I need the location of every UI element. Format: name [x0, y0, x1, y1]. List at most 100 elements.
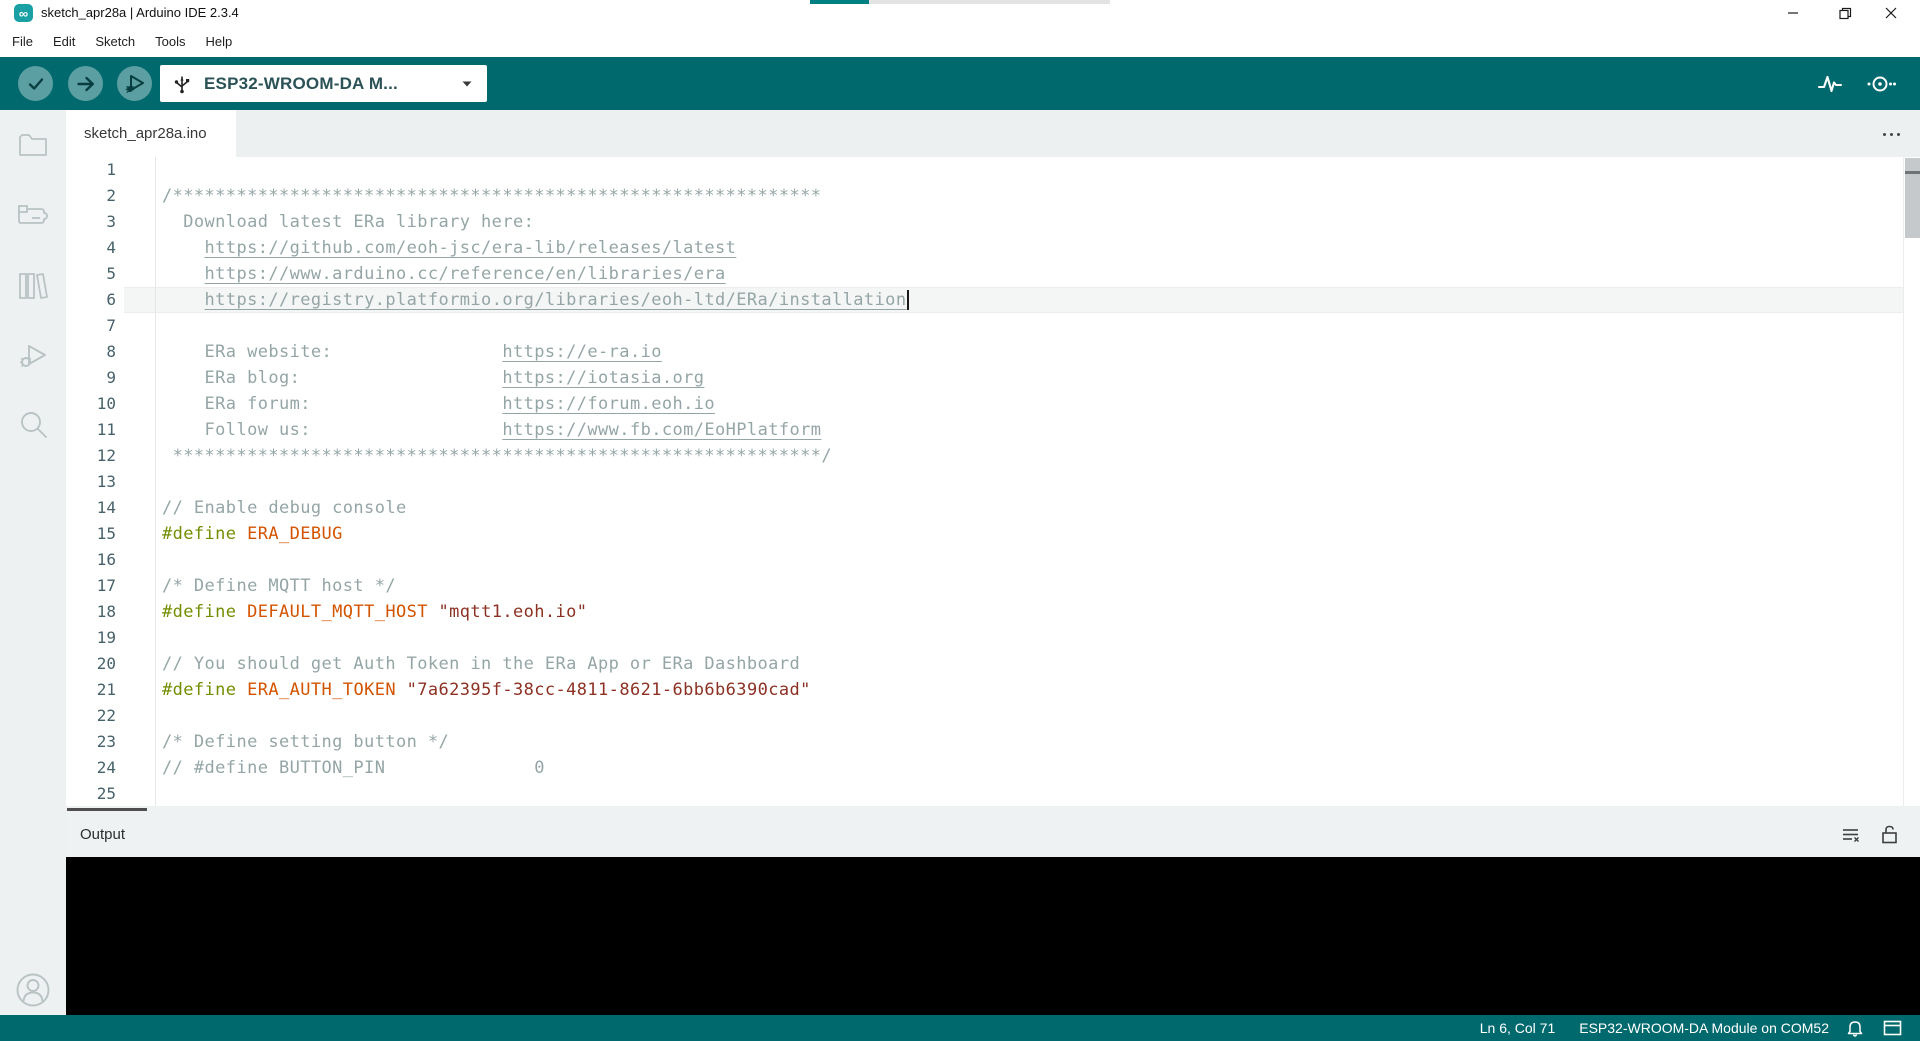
restore-button[interactable]	[1822, 0, 1868, 26]
line-number[interactable]: 22	[66, 703, 116, 729]
code-line[interactable]	[162, 703, 1903, 729]
overview-cursor-marker	[1905, 171, 1920, 174]
board-selector-label: ESP32-WROOM-DA M...	[204, 74, 461, 94]
sidebar-item-library-manager[interactable]	[0, 250, 66, 320]
code-line[interactable]: https://www.arduino.cc/reference/en/libr…	[162, 261, 1903, 287]
code-line[interactable]	[162, 547, 1903, 573]
line-number[interactable]: 25	[66, 781, 116, 806]
menu-item-edit[interactable]: Edit	[43, 30, 85, 53]
menu-item-help[interactable]: Help	[195, 30, 242, 53]
menu-item-file[interactable]: File	[2, 30, 43, 53]
board-port-status: ESP32-WROOM-DA Module on COM52	[1579, 1020, 1829, 1036]
code-editor[interactable]: 1234567891011121314151617181920212223242…	[66, 157, 1920, 806]
line-number[interactable]: 4	[66, 235, 116, 261]
code-line[interactable]: ****************************************…	[162, 443, 1903, 469]
line-number[interactable]: 8	[66, 339, 116, 365]
minimize-icon	[1787, 7, 1799, 19]
code-line[interactable]: ERa blog: https://iotasia.org	[162, 365, 1903, 391]
minimize-button[interactable]	[1770, 0, 1816, 26]
code-line[interactable]: #define ERA_AUTH_TOKEN "7a62395f-38cc-48…	[162, 677, 1903, 703]
line-number[interactable]: 21	[66, 677, 116, 703]
editor-scrollbar[interactable]	[1903, 157, 1920, 806]
line-number[interactable]: 15	[66, 521, 116, 547]
code-line[interactable]: #define ERA_DEBUG	[162, 521, 1903, 547]
scrollbar-thumb[interactable]	[1905, 158, 1920, 238]
line-number[interactable]: 1	[66, 157, 116, 183]
output-panel-header: Output	[66, 806, 1920, 857]
line-number[interactable]: 2	[66, 183, 116, 209]
line-number[interactable]: 10	[66, 391, 116, 417]
code-line[interactable]: Follow us: https://www.fb.com/EoHPlatfor…	[162, 417, 1903, 443]
line-number[interactable]: 17	[66, 573, 116, 599]
usb-icon	[174, 74, 190, 94]
line-number[interactable]: 12	[66, 443, 116, 469]
serial-plotter-button[interactable]	[1812, 66, 1848, 101]
line-number[interactable]: 7	[66, 313, 116, 339]
code-line[interactable]: // #define BUTTON_PIN 0	[162, 755, 1903, 781]
code-line[interactable]: Download latest ERa library here:	[162, 209, 1903, 235]
code-line[interactable]: https://github.com/eoh-jsc/era-lib/relea…	[162, 235, 1903, 261]
line-number[interactable]: 3	[66, 209, 116, 235]
code-line[interactable]: ERa website: https://e-ra.io	[162, 339, 1903, 365]
code-line[interactable]: /***************************************…	[162, 183, 1903, 209]
code-line[interactable]: /* Define setting button */	[162, 729, 1903, 755]
code-line[interactable]: #define DEFAULT_MQTT_HOST "mqtt1.eoh.io"	[162, 599, 1903, 625]
editor-tab-bar: sketch_apr28a.ino	[66, 110, 1920, 157]
folder-icon	[17, 131, 49, 159]
sidebar-item-search[interactable]	[0, 390, 66, 460]
tab-sketch[interactable]: sketch_apr28a.ino	[66, 110, 236, 157]
ellipsis-icon	[1883, 133, 1886, 136]
verify-button[interactable]	[18, 66, 53, 101]
line-number[interactable]: 18	[66, 599, 116, 625]
line-number[interactable]: 14	[66, 495, 116, 521]
title-bar: ∞ sketch_apr28a | Arduino IDE 2.3.4	[0, 0, 1920, 26]
notifications-button[interactable]	[1847, 1019, 1863, 1037]
code-line[interactable]: // You should get Auth Token in the ERa …	[162, 651, 1903, 677]
gutter: 1234567891011121314151617181920212223242…	[66, 157, 116, 806]
sidebar-item-sketchbook[interactable]	[0, 110, 66, 180]
lock-scroll-button[interactable]	[1881, 825, 1898, 844]
active-tab-indicator	[67, 808, 147, 811]
library-icon	[17, 270, 49, 300]
arrow-right-icon	[76, 74, 96, 94]
close-button[interactable]	[1868, 0, 1914, 26]
line-number[interactable]: 24	[66, 755, 116, 781]
menu-item-tools[interactable]: Tools	[145, 30, 195, 53]
upload-button[interactable]	[68, 66, 103, 101]
toolbar: ESP32-WROOM-DA M...	[0, 57, 1920, 110]
line-number[interactable]: 16	[66, 547, 116, 573]
serial-monitor-button[interactable]	[1862, 66, 1898, 101]
indent-guide	[155, 157, 156, 806]
code-line[interactable]	[162, 625, 1903, 651]
line-number[interactable]: 20	[66, 651, 116, 677]
menu-bar: File Edit Sketch Tools Help	[0, 26, 1920, 57]
line-number[interactable]: 9	[66, 365, 116, 391]
line-number[interactable]: 5	[66, 261, 116, 287]
activity-sidebar	[0, 110, 66, 1015]
line-number[interactable]: 13	[66, 469, 116, 495]
clear-output-icon	[1841, 826, 1861, 844]
code-line[interactable]: /* Define MQTT host */	[162, 573, 1903, 599]
code-line[interactable]	[162, 157, 1903, 183]
line-number[interactable]: 23	[66, 729, 116, 755]
code-line[interactable]	[162, 781, 1903, 806]
clear-output-button[interactable]	[1841, 826, 1861, 844]
code-area[interactable]: /***************************************…	[162, 157, 1903, 806]
output-console[interactable]	[66, 857, 1920, 1015]
line-number[interactable]: 6	[66, 287, 116, 313]
code-line[interactable]: // Enable debug console	[162, 495, 1903, 521]
code-line[interactable]: https://registry.platformio.org/librarie…	[162, 287, 1903, 313]
code-line[interactable]: ERa forum: https://forum.eoh.io	[162, 391, 1903, 417]
sidebar-item-boards-manager[interactable]	[0, 180, 66, 250]
debug-button[interactable]	[117, 66, 152, 101]
menu-item-sketch[interactable]: Sketch	[85, 30, 145, 53]
arduino-logo-icon: ∞	[14, 4, 33, 22]
line-number[interactable]: 11	[66, 417, 116, 443]
sidebar-item-debug[interactable]	[0, 320, 66, 390]
toggle-panel-button[interactable]	[1883, 1020, 1902, 1036]
tab-overflow-menu[interactable]	[1878, 125, 1904, 143]
line-number[interactable]: 19	[66, 625, 116, 651]
code-line[interactable]	[162, 469, 1903, 495]
board-selector[interactable]: ESP32-WROOM-DA M...	[160, 65, 487, 102]
code-line[interactable]	[162, 313, 1903, 339]
